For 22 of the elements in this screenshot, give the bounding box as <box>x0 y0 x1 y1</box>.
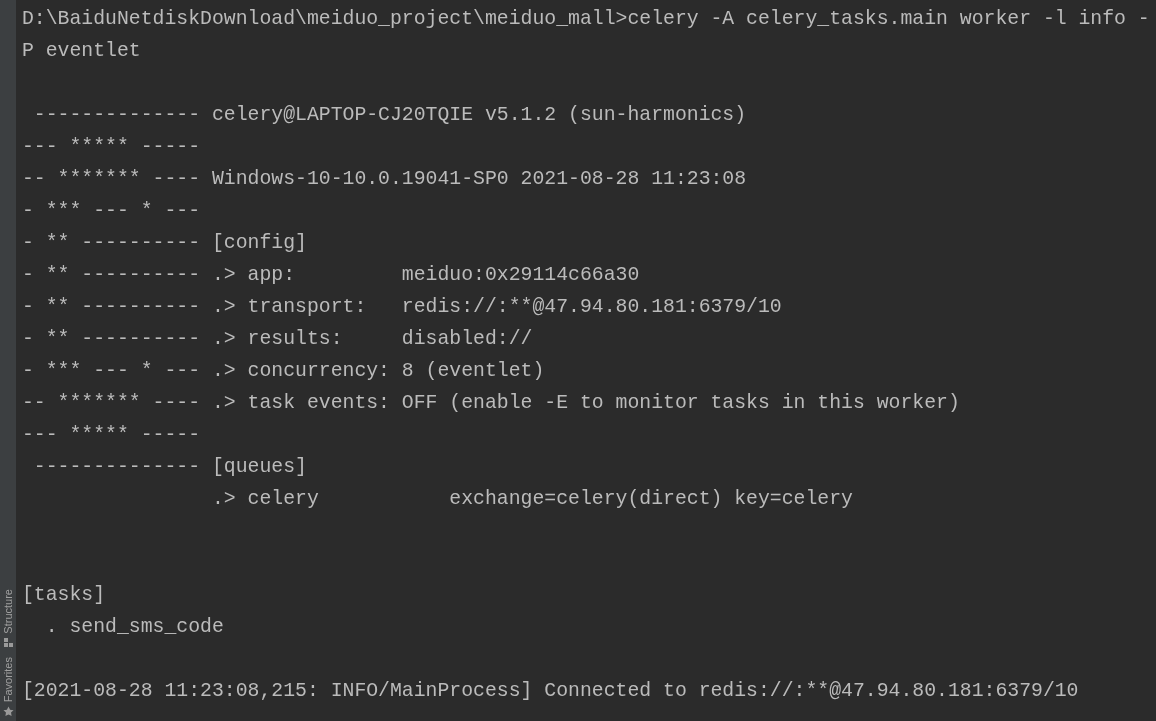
terminal-line: -- ******* ---- Windows-10-10.0.19041-SP0 2021-08-28 11:23:08 <box>22 167 747 192</box>
terminal-line: - ** ---------- .> app: meiduo:0x29114c66a30 <box>22 263 640 288</box>
tool-window-tab[interactable]: Structure <box>2 589 14 647</box>
structure-icon <box>3 637 13 647</box>
terminal-line: --- ***** ----- <box>22 423 201 448</box>
terminal-line: D:\BaiduNetdiskDownload\meiduo_project\meiduo_mall>celery -A celery_tasks.main worker -l info - <box>22 7 1150 32</box>
terminal-line: - *** --- * --- .> concurrency: 8 (eventlet) <box>22 359 545 384</box>
terminal-line: -- ******* ---- .> task events: OFF (enable -E to monitor tasks in this worker) <box>22 391 960 416</box>
terminal-line: [2021-08-28 11:23:08,215: INFO/MainProcess] Connected to redis://:**@47.94.80.181:6379/10 <box>22 679 1079 704</box>
terminal-line: - ** ---------- [config] <box>22 231 307 256</box>
terminal-line: -------------- celery@LAPTOP-CJ20TQIE v5.1.2 (sun-harmonics) <box>32 103 747 128</box>
terminal-line: - *** --- * --- <box>22 199 201 224</box>
terminal-line: . send_sms_code <box>44 615 224 640</box>
terminal-line: - ** ---------- .> transport: redis://:**@47.94.80.181:6379/10 <box>22 295 782 320</box>
terminal-line: [tasks] <box>22 583 106 608</box>
terminal-line: - ** ---------- .> results: disabled:// <box>22 327 533 352</box>
terminal-line: -------------- [queues] <box>32 455 307 480</box>
terminal-line: P eventlet <box>22 39 141 64</box>
tool-window-tab[interactable]: Favorites <box>2 656 14 717</box>
terminal-line: --- ***** ----- <box>22 135 201 160</box>
terminal-line: .> celery exchange=celery(direct) key=celery <box>210 487 853 512</box>
star-icon <box>2 706 14 717</box>
